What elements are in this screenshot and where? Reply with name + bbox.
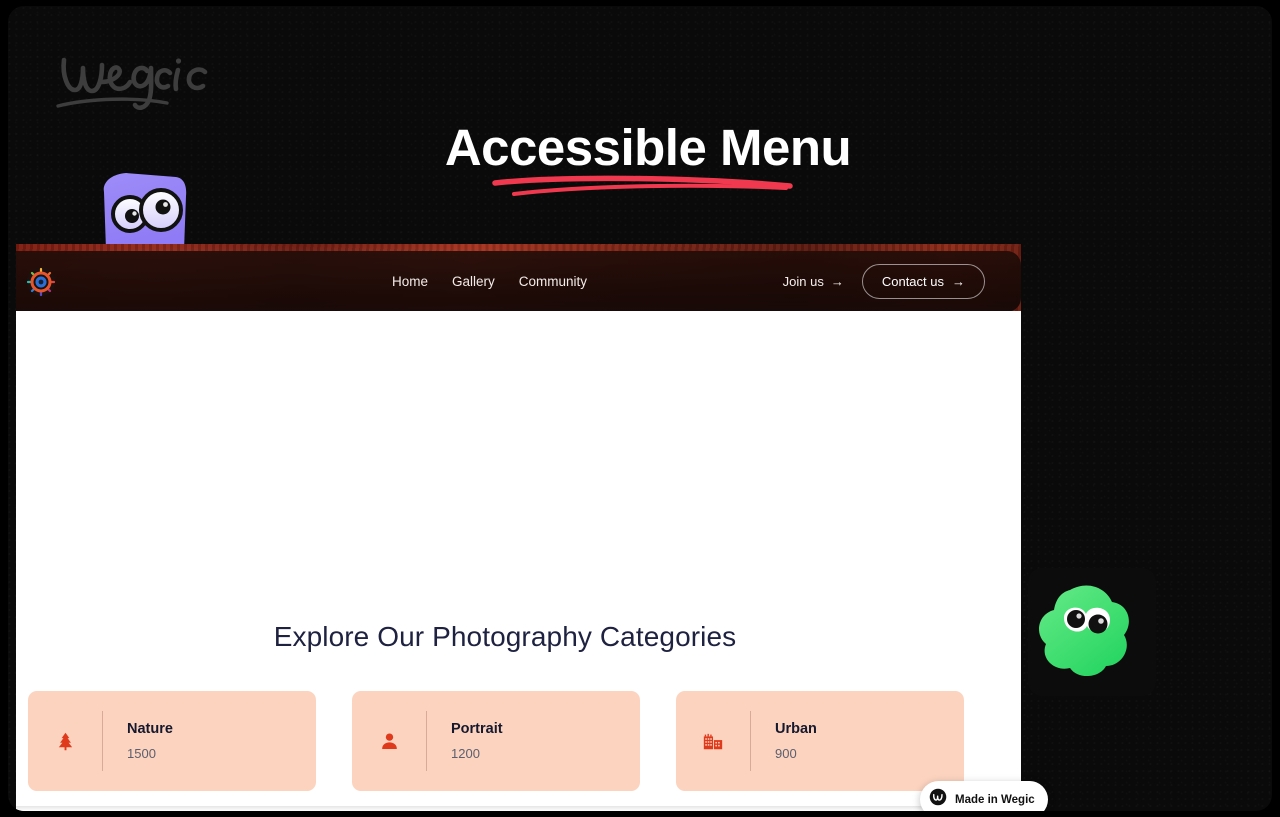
- category-card-nature[interactable]: Nature 1500: [28, 691, 316, 791]
- site-navbar: Home Gallery Community Join us → Contact…: [16, 251, 1021, 312]
- wegic-brand-logo: [50, 44, 220, 122]
- arrow-right-icon: →: [952, 274, 965, 289]
- nav-link-gallery[interactable]: Gallery: [452, 274, 495, 289]
- category-count: 1500: [127, 746, 156, 761]
- contact-us-button[interactable]: Contact us →: [861, 264, 985, 299]
- category-grid: Nature 1500 Portrait 1200 Urban 900: [28, 691, 986, 811]
- card-text: Urban 900: [751, 721, 817, 761]
- title-underline-stroke: [490, 174, 806, 200]
- contact-us-label: Contact us: [881, 274, 944, 289]
- nav-links: Home Gallery Community: [392, 251, 587, 312]
- green-mascot: [1030, 578, 1138, 686]
- tree-icon: [28, 731, 102, 752]
- category-card-urban[interactable]: Urban 900: [676, 691, 964, 791]
- category-card-portrait[interactable]: Portrait 1200: [352, 691, 640, 791]
- card-text: Nature 1500: [103, 721, 173, 761]
- join-us-link[interactable]: Join us →: [783, 274, 844, 289]
- main-content: Explore Our Photography Categories Natur…: [16, 311, 1021, 811]
- purple-mascot: [92, 170, 196, 250]
- person-icon: [352, 731, 426, 752]
- arrow-right-icon: →: [830, 274, 844, 289]
- category-count: 900: [775, 746, 797, 761]
- section-heading: Explore Our Photography Categories: [273, 621, 737, 652]
- nav-actions: Join us → Contact us →: [783, 251, 985, 312]
- buildings-icon: [676, 730, 750, 752]
- website-viewport: Home Gallery Community Join us → Contact…: [16, 244, 1021, 811]
- category-title: Nature: [127, 721, 173, 737]
- category-count: 1200: [451, 746, 480, 761]
- made-in-wegic-badge[interactable]: Made in Wegic: [920, 781, 1048, 811]
- nav-link-community[interactable]: Community: [519, 274, 587, 289]
- camera-aperture-logo-icon[interactable]: [26, 267, 56, 297]
- category-title: Urban: [775, 721, 817, 737]
- page-title: Accessible Menu: [444, 119, 852, 176]
- app-frame: Accessible Menu Home Gallery Community J…: [8, 6, 1272, 811]
- card-text: Portrait 1200: [427, 721, 503, 761]
- viewport-bottom-edge: [16, 806, 1021, 811]
- nav-link-home[interactable]: Home: [392, 274, 428, 289]
- made-in-wegic-label: Made in Wegic: [955, 793, 1035, 806]
- join-us-label: Join us: [782, 274, 824, 289]
- wegic-circle-logo-icon: [929, 788, 947, 811]
- category-title: Portrait: [451, 721, 503, 737]
